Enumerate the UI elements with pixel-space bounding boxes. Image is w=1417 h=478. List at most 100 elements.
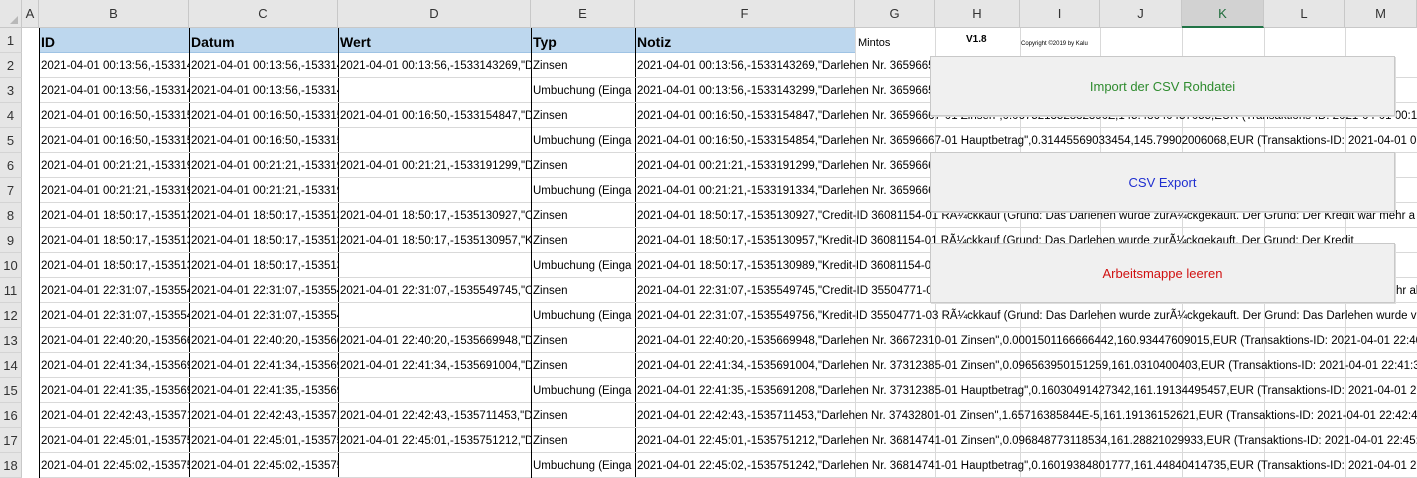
cell-b-7[interactable]: 2021-04-01 00:21:21,-1533191 bbox=[39, 178, 189, 203]
cell-c-9[interactable]: 2021-04-01 18:50:17,-1535130 bbox=[189, 228, 338, 253]
cell-e-5[interactable]: Umbuchung (Einga bbox=[531, 128, 635, 153]
cell-d-14[interactable]: 2021-04-01 22:41:34,-1535691004,"Da bbox=[338, 353, 531, 378]
column-header-d[interactable]: D bbox=[338, 0, 531, 28]
row-header-1[interactable]: 1 bbox=[0, 28, 22, 53]
select-all-corner[interactable] bbox=[0, 0, 22, 28]
cell-b-18[interactable]: 2021-04-01 22:45:02,-1535751 bbox=[39, 453, 189, 478]
cell-c-5[interactable]: 2021-04-01 00:16:50,-1533154854,"Darlehe… bbox=[189, 128, 338, 153]
cell-d-17[interactable]: 2021-04-01 22:45:01,-1535751212,"Da bbox=[338, 428, 531, 453]
header-cell-wert[interactable]: Wert bbox=[338, 28, 531, 53]
cell-b-13[interactable]: 2021-04-01 22:40:20,-1535669 bbox=[39, 328, 189, 353]
cell-e-12[interactable]: Umbuchung (Einga bbox=[531, 303, 635, 328]
header-cell-id[interactable]: ID bbox=[39, 28, 189, 53]
cell-b-9[interactable]: 2021-04-01 18:50:17,-1535130 bbox=[39, 228, 189, 253]
cell-d-11[interactable]: 2021-04-01 22:31:07,-1535549745,"Cre bbox=[338, 278, 531, 303]
cell-d-13[interactable]: 2021-04-01 22:40:20,-1535669948,"Da bbox=[338, 328, 531, 353]
cell-c-7[interactable]: 2021-04-01 00:21:21,-1533191334,"Darlehe… bbox=[189, 178, 338, 203]
cell-e-2[interactable]: Zinsen bbox=[531, 53, 635, 78]
row-header-6[interactable]: 6 bbox=[0, 153, 22, 178]
cell-b-14[interactable]: 2021-04-01 22:41:34,-1535691 bbox=[39, 353, 189, 378]
cell-e-6[interactable]: Zinsen bbox=[531, 153, 635, 178]
cell-d-7[interactable] bbox=[338, 178, 531, 203]
cell-b-16[interactable]: 2021-04-01 22:42:43,-1535711 bbox=[39, 403, 189, 428]
cell-b-4[interactable]: 2021-04-01 00:16:50,-1533154 bbox=[39, 103, 189, 128]
cell-f-15[interactable]: 2021-04-01 22:41:35,-1535691208,"Darlehe… bbox=[635, 378, 1417, 403]
cell-e-17[interactable]: Zinsen bbox=[531, 428, 635, 453]
cell-b-5[interactable]: 2021-04-01 00:16:50,-1533154 bbox=[39, 128, 189, 153]
cell-e-16[interactable]: Zinsen bbox=[531, 403, 635, 428]
row-header-4[interactable]: 4 bbox=[0, 103, 22, 128]
cell-e-10[interactable]: Umbuchung (Einga bbox=[531, 253, 635, 278]
row-header-13[interactable]: 13 bbox=[0, 328, 22, 353]
cell-e-7[interactable]: Umbuchung (Einga bbox=[531, 178, 635, 203]
cell-d-3[interactable] bbox=[338, 78, 531, 103]
cell-d-18[interactable] bbox=[338, 453, 531, 478]
row-header-10[interactable]: 10 bbox=[0, 253, 22, 278]
cell-d-6[interactable]: 2021-04-01 00:21:21,-1533191299,"Da bbox=[338, 153, 531, 178]
column-header-k[interactable]: K bbox=[1182, 0, 1264, 28]
cell-e-8[interactable]: Zinsen bbox=[531, 203, 635, 228]
csv-export-button[interactable]: CSV Export bbox=[930, 152, 1395, 212]
cell-d-12[interactable] bbox=[338, 303, 531, 328]
cell-c-8[interactable]: 2021-04-01 18:50:17,-1535130 bbox=[189, 203, 338, 228]
row-header-11[interactable]: 11 bbox=[0, 278, 22, 303]
column-header-a[interactable]: A bbox=[22, 0, 39, 28]
cell-e-13[interactable]: Zinsen bbox=[531, 328, 635, 353]
column-header-e[interactable]: E bbox=[531, 0, 635, 28]
cell-b-2[interactable]: 2021-04-01 00:13:56,-1533143 bbox=[39, 53, 189, 78]
cell-b-3[interactable]: 2021-04-01 00:13:56,-1533143 bbox=[39, 78, 189, 103]
cell-c-3[interactable]: 2021-04-01 00:13:56,-1533143299,"Darlehe… bbox=[189, 78, 338, 103]
cell-f-16[interactable]: 2021-04-01 22:42:43,-1535711453,"Darlehe… bbox=[635, 403, 1417, 428]
column-header-j[interactable]: J bbox=[1100, 0, 1182, 28]
row-header-5[interactable]: 5 bbox=[0, 128, 22, 153]
row-header-2[interactable]: 2 bbox=[0, 53, 22, 78]
column-header-b[interactable]: B bbox=[39, 0, 189, 28]
cell-d-9[interactable]: 2021-04-01 18:50:17,-1535130957,"Kre bbox=[338, 228, 531, 253]
header-cell-notiz[interactable]: Notiz bbox=[635, 28, 855, 53]
clear-workbook-button[interactable]: Arbeitsmappe leeren bbox=[930, 243, 1395, 303]
header-cell-datum[interactable]: Datum bbox=[189, 28, 338, 53]
cell-b-17[interactable]: 2021-04-01 22:45:01,-1535751 bbox=[39, 428, 189, 453]
cell-c-11[interactable]: 2021-04-01 22:31:07,-1535549 bbox=[189, 278, 338, 303]
row-header-7[interactable]: 7 bbox=[0, 178, 22, 203]
column-header-c[interactable]: C bbox=[189, 0, 338, 28]
cell-c-18[interactable]: 2021-04-01 22:45:02,-1535751242,"Darlehe… bbox=[189, 453, 338, 478]
header-cell-typ[interactable]: Typ bbox=[531, 28, 635, 53]
cell-b-11[interactable]: 2021-04-01 22:31:07,-1535549 bbox=[39, 278, 189, 303]
row-header-16[interactable]: 16 bbox=[0, 403, 22, 428]
cell-d-8[interactable]: 2021-04-01 18:50:17,-1535130927,"Cre bbox=[338, 203, 531, 228]
cell-e-4[interactable]: Zinsen bbox=[531, 103, 635, 128]
row-header-18[interactable]: 18 bbox=[0, 453, 22, 478]
cell-c-10[interactable]: 2021-04-01 18:50:17,-1535130989,"Kredit-… bbox=[189, 253, 338, 278]
column-header-l[interactable]: L bbox=[1264, 0, 1345, 28]
column-header-i[interactable]: I bbox=[1020, 0, 1100, 28]
column-header-h[interactable]: H bbox=[935, 0, 1020, 28]
cell-c-17[interactable]: 2021-04-01 22:45:01,-1535751 bbox=[189, 428, 338, 453]
cell-e-11[interactable]: Zinsen bbox=[531, 278, 635, 303]
import-csv-button[interactable]: Import der CSV Rohdatei bbox=[930, 56, 1395, 116]
cell-f-18[interactable]: 2021-04-01 22:45:02,-1535751242,"Darlehe… bbox=[635, 453, 1417, 478]
cell-e-14[interactable]: Zinsen bbox=[531, 353, 635, 378]
cell-c-2[interactable]: 2021-04-01 00:13:56,-1533143 bbox=[189, 53, 338, 78]
column-header-m[interactable]: M bbox=[1345, 0, 1417, 28]
cell-c-16[interactable]: 2021-04-01 22:42:43,-1535711 bbox=[189, 403, 338, 428]
cell-d-16[interactable]: 2021-04-01 22:42:43,-1535711453,"Da bbox=[338, 403, 531, 428]
cell-f-13[interactable]: 2021-04-01 22:40:20,-1535669948,"Darlehe… bbox=[635, 328, 1417, 353]
cell-c-4[interactable]: 2021-04-01 00:16:50,-1533154 bbox=[189, 103, 338, 128]
cell-f-12[interactable]: 2021-04-01 22:31:07,-1535549756,"Kredit-… bbox=[635, 303, 1417, 328]
cell-e-9[interactable]: Zinsen bbox=[531, 228, 635, 253]
row-header-12[interactable]: 12 bbox=[0, 303, 22, 328]
cell-f-5[interactable]: 2021-04-01 00:16:50,-1533154854,"Darlehe… bbox=[635, 128, 1417, 153]
cell-d-2[interactable]: 2021-04-01 00:13:56,-1533143269,"Da bbox=[338, 53, 531, 78]
cell-d-5[interactable] bbox=[338, 128, 531, 153]
row-header-8[interactable]: 8 bbox=[0, 203, 22, 228]
cell-e-15[interactable]: Umbuchung (Einga bbox=[531, 378, 635, 403]
cell-d-4[interactable]: 2021-04-01 00:16:50,-1533154847,"Da bbox=[338, 103, 531, 128]
cell-c-12[interactable]: 2021-04-01 22:31:07,-1535549756,"Kredit-… bbox=[189, 303, 338, 328]
cell-b-15[interactable]: 2021-04-01 22:41:35,-1535691 bbox=[39, 378, 189, 403]
cell-b-12[interactable]: 2021-04-01 22:31:07,-1535549 bbox=[39, 303, 189, 328]
cell-f-17[interactable]: 2021-04-01 22:45:01,-1535751212,"Darlehe… bbox=[635, 428, 1417, 453]
cell-c-15[interactable]: 2021-04-01 22:41:35,-1535691208,"Darlehe… bbox=[189, 378, 338, 403]
cell-b-10[interactable]: 2021-04-01 18:50:17,-1535130 bbox=[39, 253, 189, 278]
cell-e-18[interactable]: Umbuchung (Einga bbox=[531, 453, 635, 478]
